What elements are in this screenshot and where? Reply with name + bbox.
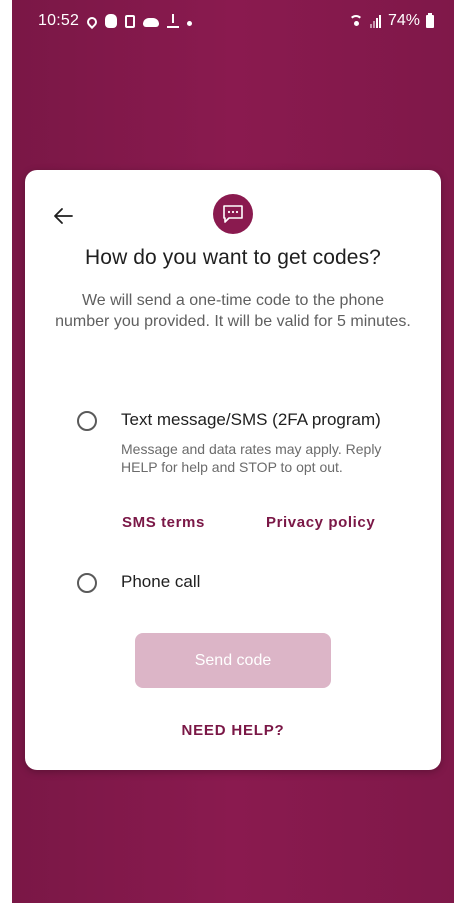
status-bar-right: 74%: [348, 12, 434, 30]
sms-option-label: Text message/SMS (2FA program): [121, 410, 381, 429]
document-icon: [125, 14, 136, 28]
sms-option-description: Message and data rates may apply. Reply …: [121, 441, 382, 475]
dialog-title: How do you want to get codes?: [85, 246, 381, 269]
option-sms[interactable]: Text message/SMS (2FA program): [77, 410, 381, 431]
dialog-subtitle: We will send a one-time code to the phon…: [55, 292, 411, 330]
download-icon: [167, 14, 180, 28]
status-bar: 10:52 74%: [12, 0, 454, 44]
cloud-icon: [143, 18, 160, 27]
code-delivery-dialog: How do you want to get codes? We will se…: [25, 170, 441, 770]
signal-icon: [369, 14, 384, 28]
need-help-link[interactable]: NEED HELP?: [25, 722, 441, 739]
status-time: 10:52: [38, 12, 80, 29]
location-icon: [84, 14, 100, 29]
message-icon-badge: [213, 194, 253, 234]
hand-icon: [105, 14, 118, 28]
phone-call-radio-button[interactable]: [77, 573, 97, 593]
phone-call-option-label: Phone call: [121, 572, 201, 591]
battery-icon: [426, 12, 434, 28]
send-code-button[interactable]: Send code: [135, 633, 331, 688]
notification-dot-icon: [187, 21, 193, 26]
battery-percentage: 74%: [387, 12, 420, 29]
status-bar-left: 10:52: [38, 12, 193, 30]
option-phone-call[interactable]: Phone call: [77, 572, 200, 593]
arrow-left-icon: [54, 208, 73, 224]
privacy-policy-link[interactable]: Privacy policy: [266, 514, 375, 531]
chat-message-icon: [223, 205, 243, 223]
sms-terms-link[interactable]: SMS terms: [122, 514, 205, 531]
back-button[interactable]: [49, 202, 77, 230]
sms-radio-button[interactable]: [77, 411, 97, 431]
app-screen: 10:52 74% How do you want to get codes? …: [12, 0, 454, 903]
wifi-icon: [348, 14, 366, 28]
